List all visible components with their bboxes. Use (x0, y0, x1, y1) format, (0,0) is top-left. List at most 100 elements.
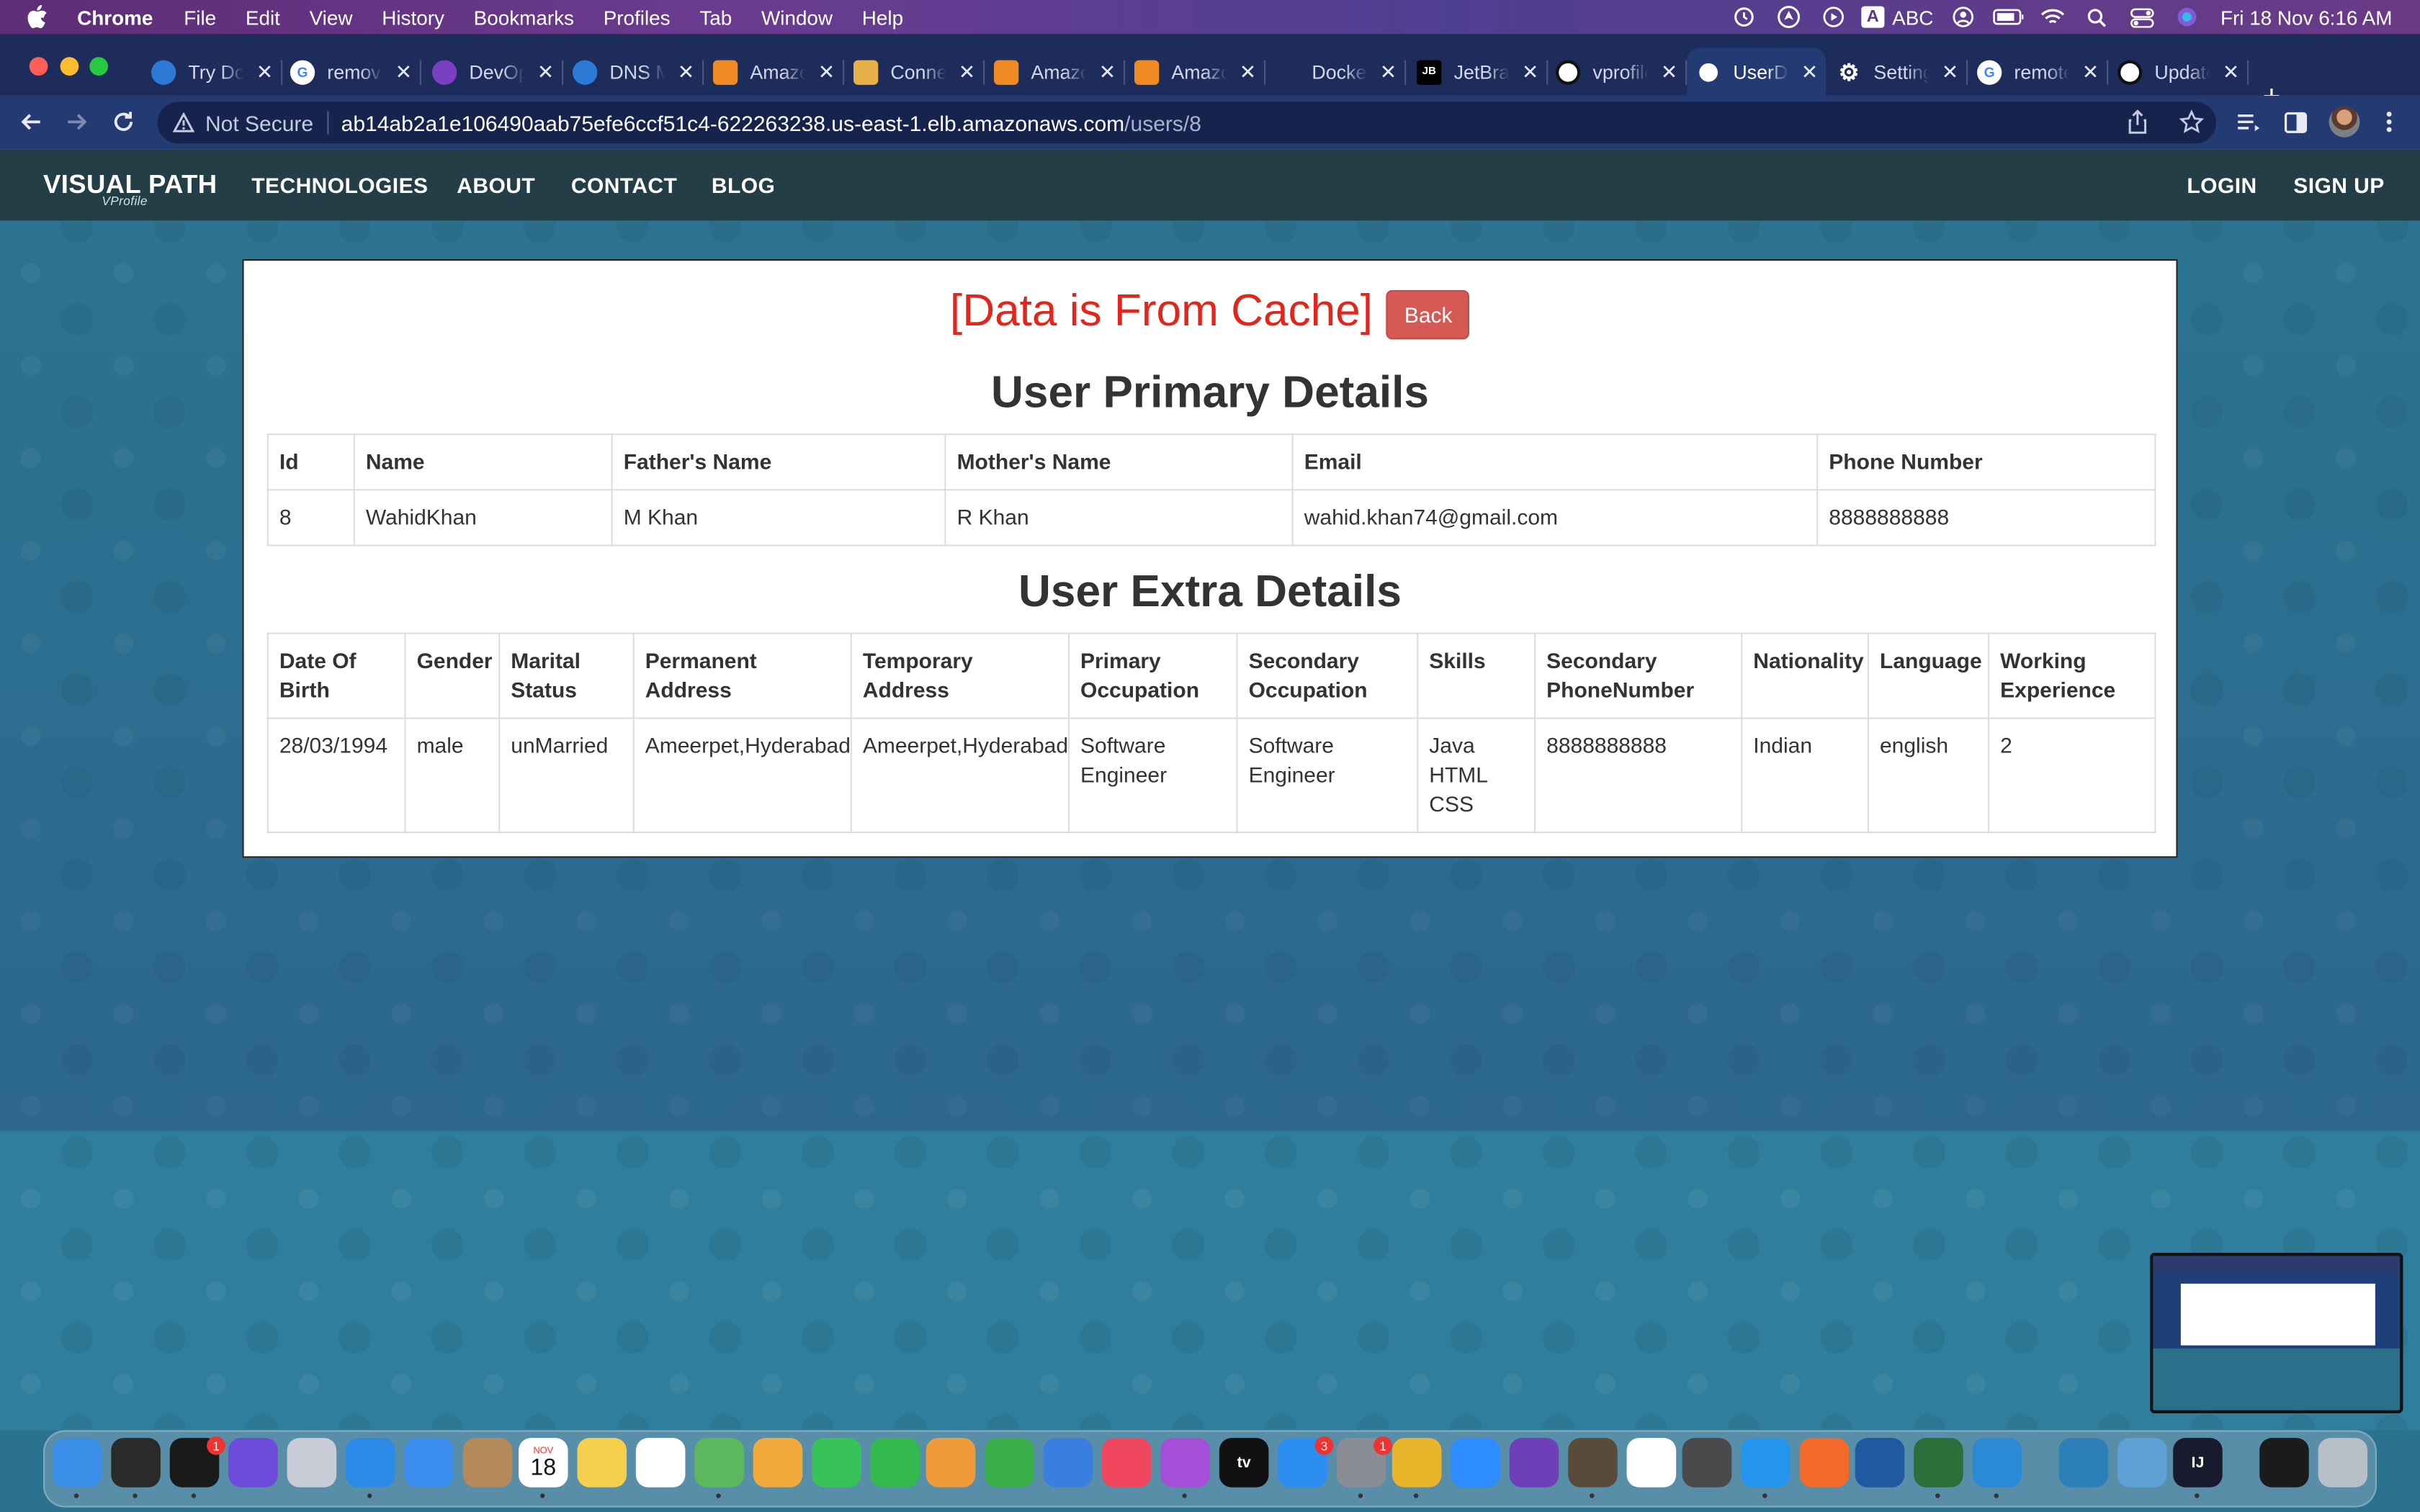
podcasts-icon[interactable] (1160, 1438, 1210, 1488)
messages-icon[interactable] (812, 1438, 861, 1488)
screenshot-icon[interactable] (2259, 1438, 2309, 1488)
tab-close-icon[interactable]: ✕ (678, 60, 694, 84)
site-brand-logo[interactable]: VISUAL PATH VProfile (43, 170, 218, 209)
tab-2[interactable]: DevOps ✕ (423, 48, 564, 95)
menu-history[interactable]: History (382, 6, 444, 29)
menu-file[interactable]: File (184, 6, 216, 29)
mail-icon[interactable] (404, 1438, 454, 1488)
contacts-icon[interactable] (462, 1438, 513, 1488)
preview-icon[interactable] (2118, 1438, 2167, 1488)
siri-icon[interactable] (228, 1438, 278, 1488)
window-minimize-button[interactable] (60, 57, 79, 76)
user-account-icon[interactable] (1948, 6, 1978, 28)
tab-13[interactable]: Gremote ✕ (1968, 48, 2109, 95)
tab-close-icon[interactable]: ✕ (1240, 60, 1256, 84)
nav-login[interactable]: LOGIN (2187, 173, 2257, 197)
calendar-icon[interactable]: NOV 18 (519, 1438, 568, 1488)
launchpad-icon[interactable] (287, 1438, 337, 1488)
back-button[interactable]: Back (1386, 289, 1471, 340)
virtualbox-icon[interactable] (1855, 1438, 1905, 1488)
nav-technologies[interactable]: TECHNOLOGIES (251, 173, 428, 197)
reminders-icon[interactable] (635, 1438, 686, 1488)
share-icon[interactable] (2127, 109, 2148, 139)
battery-icon[interactable] (1992, 6, 2023, 28)
address-bar[interactable]: Not Secure ab14ab2a1e106490aab75efe6ccf5… (157, 102, 2217, 144)
reload-icon[interactable] (109, 108, 138, 136)
forward-arrow-icon[interactable] (63, 108, 91, 136)
menu-tab[interactable]: Tab (699, 6, 732, 29)
trash-icon[interactable] (2318, 1438, 2368, 1488)
nav-about[interactable]: ABOUT (457, 173, 535, 197)
nav-signup[interactable]: SIGN UP (2293, 173, 2384, 197)
tab-close-icon[interactable]: ✕ (537, 60, 554, 84)
menubar-clock[interactable]: Fri 18 Nov 6:16 AM (2220, 6, 2392, 29)
tab-1[interactable]: Gremove ✕ (281, 48, 421, 95)
safari-icon[interactable] (346, 1438, 395, 1488)
tab-4[interactable]: Amazon ✕ (704, 48, 845, 95)
warning-triangle-icon[interactable] (173, 112, 194, 133)
nav-blog[interactable]: BLOG (712, 173, 775, 197)
url-path[interactable]: /users/8 (1124, 110, 1201, 135)
tab-0[interactable]: Try Do ✕ (142, 48, 283, 95)
bookmark-star-icon[interactable] (2179, 109, 2205, 139)
numbers-icon[interactable] (985, 1438, 1034, 1488)
tab-12[interactable]: ⚙ Settings ✕ (1827, 48, 1968, 95)
tab-close-icon[interactable]: ✕ (1942, 60, 1958, 84)
menu-window[interactable]: Window (761, 6, 833, 29)
window-zoom-button[interactable] (89, 57, 108, 76)
more-options-icon[interactable] (2377, 109, 2401, 134)
dbeaver-icon[interactable] (1568, 1438, 1618, 1488)
docker-icon[interactable] (1741, 1438, 1791, 1488)
wifi-icon[interactable] (2037, 6, 2068, 28)
profile-avatar[interactable] (2329, 106, 2360, 138)
mountain-icon[interactable] (2058, 1438, 2109, 1488)
tab-5[interactable]: Connect ✕ (844, 48, 985, 95)
menu-edit[interactable]: Edit (246, 6, 280, 29)
loading-ring-icon[interactable] (1914, 1438, 1963, 1488)
music-icon[interactable] (1102, 1438, 1152, 1488)
navigation-circle-icon[interactable] (1773, 6, 1804, 28)
tab-close-icon[interactable]: ✕ (818, 60, 835, 84)
tab-14[interactable]: Update ✕ (2108, 48, 2249, 95)
tab-close-icon[interactable]: ✕ (256, 60, 273, 84)
back-arrow-icon[interactable] (17, 108, 45, 136)
chrome-icon[interactable] (1392, 1438, 1442, 1488)
tab-close-icon[interactable]: ✕ (1380, 60, 1397, 84)
menu-profiles[interactable]: Profiles (604, 6, 671, 29)
maps-icon[interactable] (694, 1438, 744, 1488)
photos-icon[interactable] (753, 1438, 803, 1488)
window-close-button[interactable] (29, 57, 48, 76)
input-source-indicator[interactable]: A ABC (1861, 6, 1933, 29)
url-host[interactable]: ab14ab2a1e106490aab75efe6ccf51c4-6222632… (341, 110, 1125, 135)
spotlight-search-icon[interactable] (2081, 6, 2112, 28)
play-circle-icon[interactable] (1818, 6, 1849, 28)
keynote-icon[interactable] (1043, 1438, 1093, 1488)
sequel-ace-icon[interactable] (1682, 1438, 1732, 1488)
side-panel-icon[interactable] (2282, 109, 2307, 134)
siri-icon[interactable] (2171, 6, 2202, 28)
tab-3[interactable]: DNS Ma ✕ (563, 48, 704, 95)
pages-icon[interactable] (926, 1438, 976, 1488)
reading-list-icon[interactable] (2236, 109, 2261, 134)
apple-tv-icon[interactable]: tv (1219, 1438, 1269, 1488)
tab-close-icon[interactable]: ✕ (1661, 60, 1677, 84)
postman-icon[interactable] (1799, 1438, 1850, 1488)
tab-8[interactable]: Docker ✕ (1265, 48, 1407, 95)
tab-close-icon[interactable]: ✕ (1522, 60, 1538, 84)
activity-monitor-icon[interactable] (111, 1438, 161, 1488)
vscode-icon[interactable] (1972, 1438, 2022, 1488)
notes-icon[interactable] (577, 1438, 627, 1488)
nav-contact[interactable]: CONTACT (571, 173, 677, 197)
tab-close-icon[interactable]: ✕ (1801, 60, 1818, 84)
tab-11[interactable]: UserDetails ✕ (1687, 48, 1826, 96)
zoom-icon[interactable] (1451, 1438, 1500, 1488)
tab-close-icon[interactable]: ✕ (2223, 60, 2239, 84)
screenshot-preview-thumbnail[interactable] (2150, 1253, 2403, 1413)
menu-bookmarks[interactable]: Bookmarks (474, 6, 574, 29)
control-center-icon[interactable] (2126, 6, 2157, 28)
finder-icon[interactable] (52, 1438, 102, 1488)
facetime-icon[interactable] (870, 1438, 920, 1488)
menu-view[interactable]: View (310, 6, 353, 29)
tab-7[interactable]: Amazon ✕ (1125, 48, 1266, 95)
menu-help[interactable]: Help (862, 6, 903, 29)
